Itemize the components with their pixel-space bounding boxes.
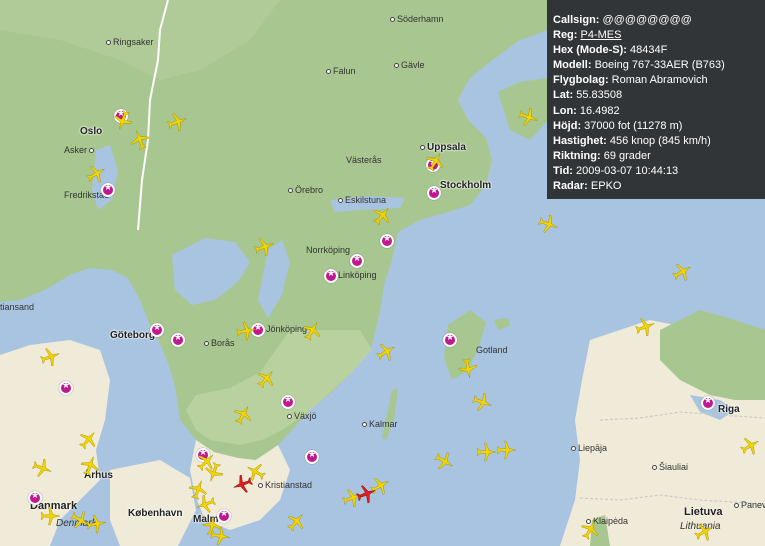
city-label-ringsaker: Ringsaker — [106, 37, 154, 47]
airport-icon[interactable] — [101, 183, 115, 197]
airport-icon[interactable] — [150, 323, 164, 337]
city-label-linkoping: Linköping — [338, 270, 377, 280]
city-label-kristiansand: tiansand — [0, 302, 35, 312]
city-label-norrkoping: Norrköping — [306, 245, 351, 255]
city-label-siauliai: Šiauliai — [652, 462, 688, 472]
info-row-lat: Lat: 55.83508 — [553, 89, 623, 102]
registration-link[interactable]: P4-MES — [581, 29, 622, 41]
city-label-falun: Falun — [326, 66, 356, 76]
city-label-vasteras: Västerås — [346, 155, 382, 165]
airport-icon[interactable] — [59, 381, 73, 395]
info-row-radar: Radar: EPKO — [553, 180, 622, 193]
city-label-kalmar: Kalmar — [362, 419, 398, 429]
city-label-orebro: Örebro — [288, 185, 323, 195]
city-label-gotland: Gotland — [476, 345, 508, 355]
airport-icon[interactable] — [701, 396, 715, 410]
flight-map[interactable]: Söderhamn Ringsaker Falun Gävle Oslo Ask… — [0, 0, 765, 546]
city-label-gavle: Gävle — [394, 60, 425, 70]
info-row-altitude: Höjd: 37000 fot (11278 m) — [553, 119, 683, 132]
airport-icon[interactable] — [28, 491, 42, 505]
flight-info-panel: Callsign: @@@@@@@@ Reg: P4-MES Hex (Mode… — [547, 0, 765, 199]
city-label-panevezys: Panevė — [734, 500, 765, 510]
airplane-icon[interactable] — [208, 524, 231, 546]
airplane-icon[interactable] — [456, 356, 479, 379]
airplane-icon[interactable] — [496, 440, 516, 460]
airplane-icon[interactable] — [476, 442, 496, 462]
info-row-time: Tid: 2009-03-07 10:44:13 — [553, 164, 679, 177]
city-label-liepaja: Liepāja — [571, 443, 607, 453]
info-row-callsign: Callsign: @@@@@@@@ — [553, 14, 692, 26]
airport-icon[interactable] — [350, 254, 364, 268]
info-row-model: Modell: Boeing 767-33AER (B763) — [553, 59, 725, 72]
country-label-lietuva: Lietuva — [684, 506, 723, 518]
city-label-oslo: Oslo — [80, 126, 103, 137]
city-label-uppsala: Uppsala — [420, 142, 466, 153]
airplane-icon[interactable] — [84, 512, 107, 535]
info-row-speed: Hastighet: 456 knop (845 km/h) — [553, 134, 711, 147]
airport-icon[interactable] — [427, 186, 441, 200]
airport-icon[interactable] — [324, 269, 338, 283]
city-label-asker: Asker — [64, 145, 96, 155]
city-label-kristianstad: Kristianstad — [258, 480, 312, 490]
info-row-hex: Hex (Mode-S): 48434F — [553, 44, 668, 57]
city-label-goteborg: Göteborg — [110, 330, 155, 341]
info-row-reg: Reg: P4-MES — [553, 29, 622, 42]
city-label-soderhamn: Söderhamn — [390, 14, 444, 24]
city-label-vaxjo: Växjö — [287, 411, 317, 421]
airport-icon[interactable] — [281, 395, 295, 409]
info-row-airline: Flygbolag: Roman Abramovich — [553, 74, 708, 87]
info-row-heading: Riktning: 69 grader — [553, 149, 651, 162]
airport-icon[interactable] — [443, 333, 457, 347]
airport-icon[interactable] — [171, 333, 185, 347]
airplane-icon[interactable] — [234, 319, 257, 342]
airport-icon[interactable] — [305, 450, 319, 464]
city-label-kobenhavn: København — [128, 508, 183, 519]
city-label-stockholm: Stockholm — [440, 180, 492, 191]
airport-icon[interactable] — [380, 234, 394, 248]
city-label-boras: Borås — [204, 338, 235, 348]
city-label-riga: Riga — [718, 404, 740, 415]
airplane-icon[interactable] — [40, 506, 60, 526]
info-row-lon: Lon: 16.4982 — [553, 104, 620, 117]
